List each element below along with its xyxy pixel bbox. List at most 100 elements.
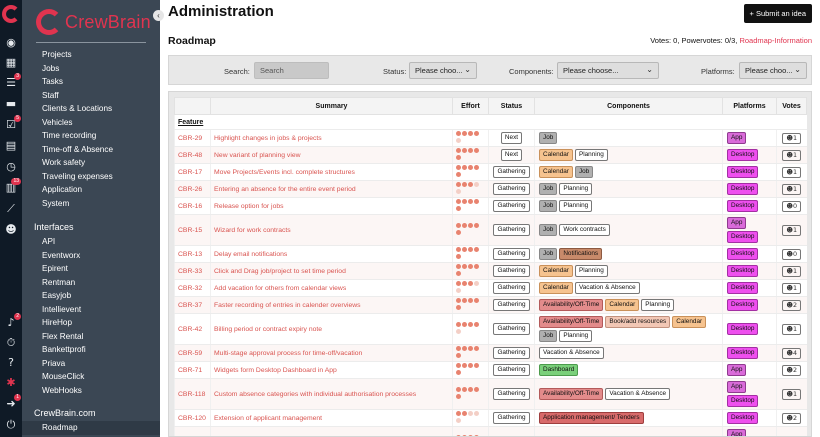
roadmap-information-link[interactable]: Roadmap-Information — [739, 36, 812, 45]
platform-tag[interactable]: Desktop — [727, 323, 759, 335]
issue-summary[interactable]: Planning information for underage employ… — [210, 426, 453, 436]
checklist-icon[interactable]: ☑ 5 — [4, 115, 21, 131]
component-tag[interactable]: Work contracts — [559, 224, 610, 236]
issue-summary[interactable]: New variant of planning view — [210, 146, 453, 164]
issue-id[interactable]: CBR-59 — [174, 344, 211, 362]
table-row[interactable]: CBR-13 Delay email notifications Gathering… — [174, 245, 807, 263]
chart-icon[interactable]: ⟋ — [4, 202, 18, 215]
platform-tag[interactable]: Desktop — [727, 166, 759, 178]
table-row[interactable]: CBR-48 New variant of planning view Next Ca… — [174, 146, 807, 164]
platforms-select[interactable]: Please choo... ⌄ — [739, 62, 807, 79]
component-tag[interactable]: Calendar — [672, 316, 707, 328]
sidebar-item[interactable]: Intellievent — [42, 303, 86, 317]
table-row[interactable]: CBR-119Planning information for underage… — [174, 426, 807, 436]
issue-id[interactable]: CBR-29 — [174, 129, 211, 147]
issue-id[interactable]: CBR-119 — [174, 426, 211, 436]
power-icon[interactable]: ⏻ — [4, 418, 18, 431]
vote-button[interactable]: ☻1 — [782, 166, 802, 178]
collapse-sidebar-icon[interactable]: ‹ — [153, 10, 164, 21]
component-tag[interactable]: Job — [539, 200, 558, 212]
table-row[interactable]: CBR-32 Add vacation for others from calen… — [174, 279, 807, 297]
component-tag[interactable]: Job — [539, 248, 558, 260]
platform-tag[interactable]: App — [727, 381, 747, 393]
list-icon[interactable]: ☰ 3 — [4, 73, 21, 89]
issue-id[interactable]: CBR-71 — [174, 361, 211, 379]
component-tag[interactable]: Job — [539, 224, 558, 236]
issue-summary[interactable]: Billing period or contract expiry note — [210, 313, 453, 345]
component-tag[interactable]: Calendar — [539, 149, 573, 161]
component-tag[interactable]: Availability/Off-Time — [539, 388, 604, 400]
col-components[interactable]: Components — [534, 97, 723, 115]
vote-button[interactable]: ☻1 — [782, 132, 802, 144]
submit-idea-button[interactable]: + Submit an idea — [743, 4, 812, 23]
platform-tag[interactable]: App — [727, 217, 747, 229]
sidebar-item[interactable]: HireHop — [42, 316, 86, 330]
table-row[interactable]: CBR-15 Wizard for work contracts Gathering… — [174, 214, 807, 246]
issue-summary[interactable]: Multi-stage approval process for time-of… — [210, 344, 453, 362]
issue-summary[interactable]: Custom absence categories with individua… — [210, 378, 453, 410]
issue-id[interactable]: CBR-33 — [174, 262, 211, 280]
issue-summary[interactable]: Highlight changes in jobs & projects — [210, 129, 453, 147]
platform-tag[interactable]: Desktop — [727, 347, 759, 359]
vote-button[interactable]: ☻1 — [782, 282, 802, 294]
issue-id[interactable]: CBR-26 — [174, 180, 211, 198]
sidebar-item[interactable]: Jobs — [42, 62, 113, 76]
issue-id[interactable]: CBR-17 — [174, 163, 211, 181]
issue-summary[interactable]: Move Projects/Events incl. complete stru… — [210, 163, 453, 181]
issue-id[interactable]: CBR-13 — [174, 245, 211, 263]
component-tag[interactable]: Book/add resources — [605, 316, 671, 328]
table-row[interactable]: CBR-118 Custom absence categories with in… — [174, 378, 807, 410]
component-tag[interactable]: Planning — [641, 299, 675, 311]
col-votes[interactable]: Votes — [776, 97, 807, 115]
issue-summary[interactable]: Entering an absence for the entire event… — [210, 180, 453, 198]
sidebar-item[interactable]: System — [42, 197, 113, 211]
calendar-alert-icon[interactable]: ▥ 13 — [4, 178, 21, 194]
sidebar-item[interactable]: MouseClick — [42, 370, 86, 384]
stopwatch-icon[interactable]: ⏱ — [4, 336, 18, 349]
issue-summary[interactable]: Faster recording of entries in calender … — [210, 296, 453, 314]
vote-button[interactable]: ☻1 — [782, 323, 802, 335]
component-tag[interactable]: Planning — [559, 330, 593, 342]
vote-button[interactable]: ☻1 — [782, 149, 802, 161]
table-row[interactable]: CBR-29 Highlight changes in jobs & projec… — [174, 129, 807, 147]
issue-id[interactable]: CBR-32 — [174, 279, 211, 297]
col-platforms[interactable]: Platforms — [722, 97, 777, 115]
users-icon[interactable]: ☻ — [4, 223, 18, 236]
col-summary[interactable]: Summary — [210, 97, 453, 115]
sidebar-item[interactable]: Time-off & Absence — [42, 143, 113, 157]
component-tag[interactable]: Planning — [559, 183, 593, 195]
table-row[interactable]: CBR-37 Faster recording of entries in cal… — [174, 296, 807, 314]
vote-button[interactable]: ☻1 — [782, 388, 802, 400]
sidebar-item[interactable]: Work safety — [42, 156, 113, 170]
vote-button[interactable]: ☻0 — [782, 248, 802, 260]
component-tag[interactable]: Job — [539, 330, 558, 342]
col-effort[interactable]: Effort — [452, 97, 489, 115]
status-select[interactable]: Please choo... ⌄ — [409, 62, 477, 79]
logout-icon[interactable]: ➜ 1 — [4, 394, 21, 410]
settings-icon[interactable]: ✱ — [4, 376, 18, 389]
sidebar-item[interactable]: Staff — [42, 89, 113, 103]
sidebar-item[interactable]: Flex Rental — [42, 330, 86, 344]
sidebar-item[interactable]: Projects — [42, 48, 113, 62]
platform-tag[interactable]: Desktop — [727, 183, 759, 195]
platform-tag[interactable]: Desktop — [727, 231, 759, 243]
component-tag[interactable]: Job — [539, 183, 558, 195]
sidebar-item[interactable]: Time recording — [42, 129, 113, 143]
issue-summary[interactable]: Widgets form Desktop Dashboard in App — [210, 361, 453, 379]
folder-icon[interactable]: ▬ — [4, 97, 18, 110]
calendar-icon[interactable]: ▦ — [4, 56, 18, 69]
sidebar-item-roadmap[interactable]: Roadmap — [22, 421, 160, 435]
vote-button[interactable]: ☻2 — [782, 412, 802, 424]
component-tag[interactable]: Vacation & Absence — [539, 347, 604, 359]
component-tag[interactable]: Availability/Off-Time — [539, 299, 604, 311]
component-tag[interactable]: Calendar — [605, 299, 640, 311]
help-icon[interactable]: ? — [4, 356, 18, 369]
issue-summary[interactable]: Delay email notifications — [210, 245, 453, 263]
sidebar-item[interactable]: Clients & Locations — [42, 102, 113, 116]
issue-summary[interactable]: Add vacation for others from calendar vi… — [210, 279, 453, 297]
component-tag[interactable]: Calendar — [539, 166, 573, 178]
platform-tag[interactable]: Desktop — [727, 149, 759, 161]
table-row[interactable]: CBR-59 Multi-stage approval process for t… — [174, 344, 807, 362]
vote-button[interactable]: ☻1 — [782, 265, 802, 277]
component-tag[interactable]: Availability/Off-Time — [539, 316, 604, 328]
